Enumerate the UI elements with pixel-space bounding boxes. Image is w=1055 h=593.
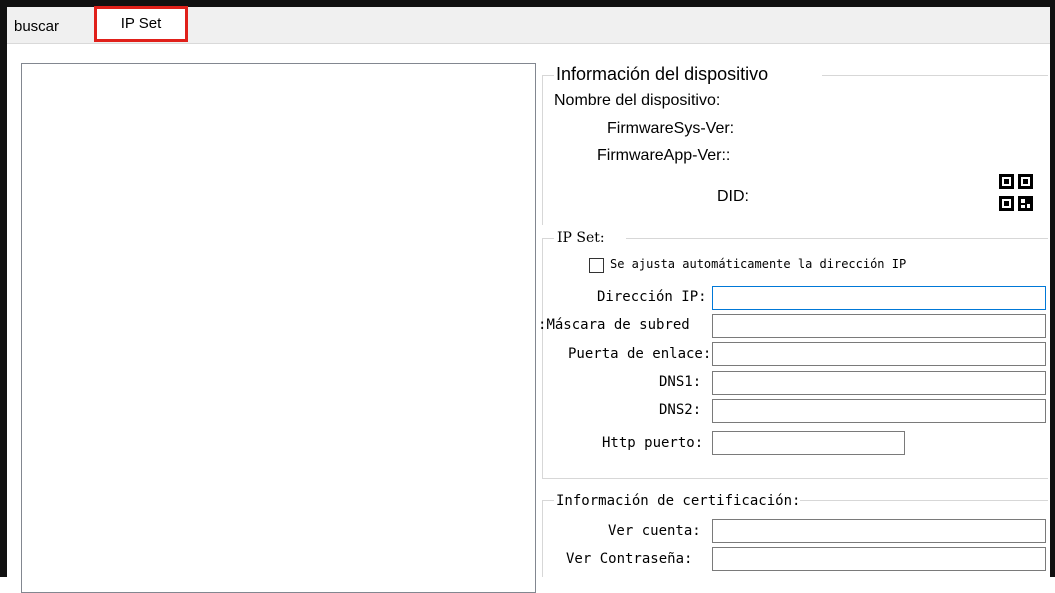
gateway-input[interactable] (712, 342, 1046, 366)
cert-group-border-top-left (542, 500, 554, 501)
subnet-mask-input[interactable] (712, 314, 1046, 338)
tab-ip-set[interactable]: IP Set (94, 6, 188, 42)
account-input[interactable] (712, 519, 1046, 543)
http-port-label: Http puerto: (602, 435, 704, 451)
ipset-group-border-top-left (542, 238, 554, 239)
password-input[interactable] (712, 547, 1046, 571)
subnet-mask-label: Máscara de subred: (538, 317, 690, 333)
device-info-group-border-top-right (822, 75, 1048, 76)
auto-ip-label: Se ajusta automáticamente la dirección I… (610, 257, 907, 271)
cert-title: Información de certificación: (556, 493, 801, 509)
ipset-group-border-bottom (542, 478, 1048, 479)
ipset-title: IP Set: (557, 230, 605, 246)
did-label: DID: (717, 188, 749, 205)
cert-group-border-top-right (800, 500, 1048, 501)
password-label: Ver Contraseña: (566, 551, 693, 567)
firmware-sys-label: FirmwareSys-Ver: (607, 120, 735, 137)
ip-address-input[interactable] (712, 286, 1046, 310)
device-info-title: Información del dispositivo (556, 64, 769, 84)
ipset-group-border-top-right (626, 238, 1048, 239)
qr-code-icon[interactable] (999, 174, 1033, 214)
cert-group-border-left (542, 500, 543, 577)
device-name-label: Nombre del dispositivo: (554, 92, 721, 109)
dns2-input[interactable] (712, 399, 1046, 423)
device-list[interactable] (21, 63, 536, 593)
window-frame-right (1050, 0, 1055, 577)
auto-ip-checkbox[interactable] (589, 258, 604, 273)
tab-buscar[interactable]: buscar (14, 18, 59, 35)
firmware-app-label: FirmwareApp-Ver:: (597, 147, 731, 164)
account-label: Ver cuenta: (608, 523, 701, 539)
device-info-group-border-top-left (542, 75, 554, 76)
dns2-label: DNS2: (659, 402, 702, 418)
http-port-input[interactable] (712, 431, 905, 455)
dns1-input[interactable] (712, 371, 1046, 395)
dns1-label: DNS1: (659, 374, 702, 390)
tab-strip: buscar IP Set (7, 6, 1050, 44)
ip-address-label: Dirección IP: (597, 289, 707, 305)
window-frame-left (0, 0, 7, 577)
gateway-label: Puerta de enlace: (568, 346, 712, 362)
device-info-group-border-left (542, 75, 543, 225)
ipset-group-border-left (542, 238, 543, 478)
